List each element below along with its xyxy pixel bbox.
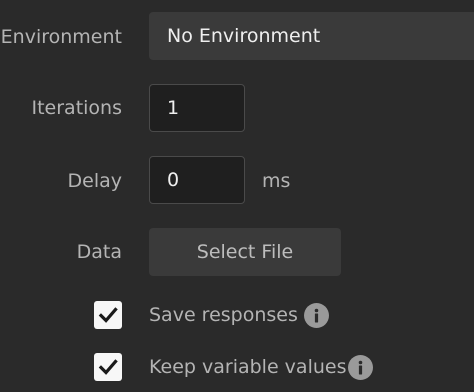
keep-variable-values-info-icon[interactable] <box>348 355 373 380</box>
data-label: Data <box>76 241 122 263</box>
delay-unit: ms <box>262 170 291 192</box>
select-file-button[interactable]: Select File <box>149 228 341 276</box>
environment-dropdown[interactable]: No Environment <box>149 12 474 60</box>
delay-input[interactable]: 0 <box>149 156 245 204</box>
iterations-value: 1 <box>167 97 180 119</box>
checkmark-icon <box>98 307 118 323</box>
select-file-label: Select File <box>196 241 294 263</box>
collection-runner-settings: Environment No Environment Iterations 1 … <box>0 0 474 392</box>
environment-label: Environment <box>0 26 122 48</box>
delay-label: Delay <box>67 170 123 192</box>
keep-variable-values-checkbox[interactable] <box>94 353 122 381</box>
iterations-input[interactable]: 1 <box>149 84 245 132</box>
save-responses-info-icon[interactable] <box>304 303 329 328</box>
delay-value: 0 <box>167 169 180 191</box>
info-glyph <box>314 308 319 323</box>
keep-variable-values-label: Keep variable values <box>149 356 347 378</box>
info-glyph <box>358 360 363 375</box>
save-responses-label: Save responses <box>149 304 298 326</box>
save-responses-checkbox[interactable] <box>94 301 122 329</box>
iterations-label: Iterations <box>31 97 123 119</box>
checkmark-icon <box>98 359 118 375</box>
environment-selected-value: No Environment <box>167 25 321 47</box>
